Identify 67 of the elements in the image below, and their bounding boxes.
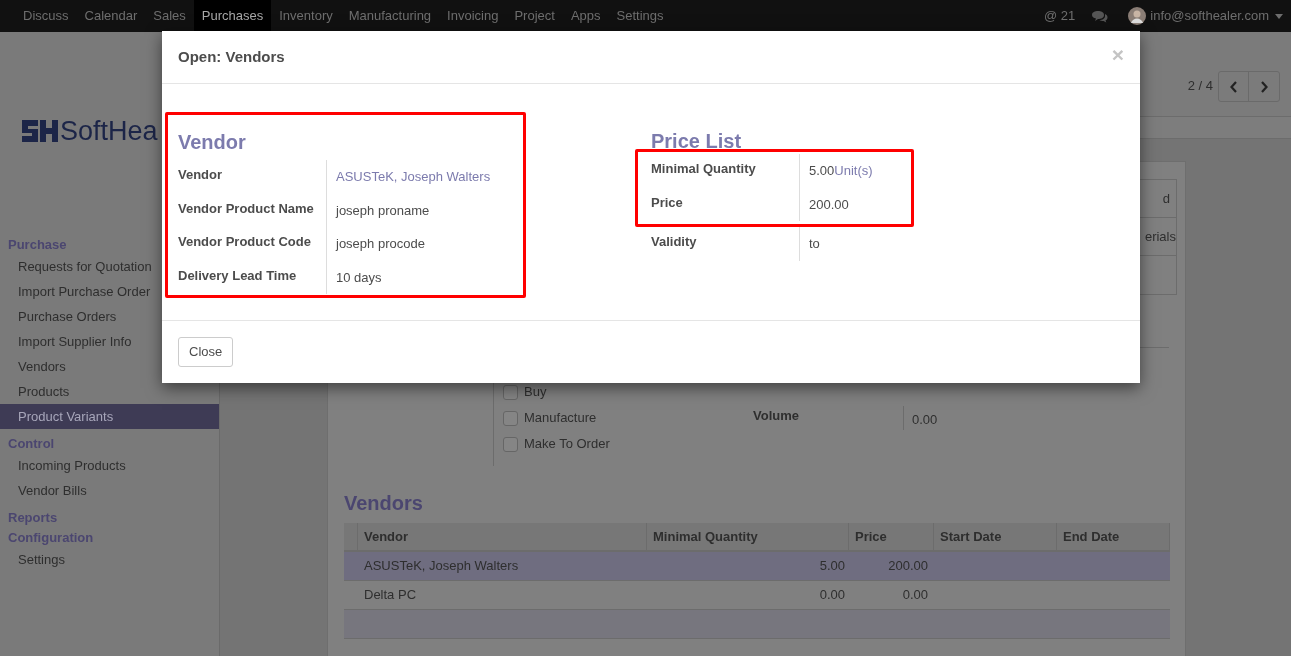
chevron-right-icon [1260,80,1268,93]
company-logo: SoftHea [20,116,162,146]
field-value: to [809,236,820,251]
menu-item[interactable]: Apps [562,0,609,32]
checkbox[interactable] [503,384,518,400]
field-label: Validity [651,234,697,249]
section-title: Vendors [344,492,423,514]
unit-link[interactable]: Unit(s) [834,163,873,178]
field-value: 200.00 [809,196,849,212]
column-header[interactable]: Price [855,526,887,547]
table-cell-text: d [1162,189,1170,208]
table-cell-text: 200.00 [888,557,928,576]
field-value: joseph procode [336,236,425,251]
field-label: Vendor Product Code [178,234,311,249]
sidebar-item[interactable]: Incoming Products [0,453,219,478]
menu-item[interactable]: Settings [608,0,672,32]
field-value: 5.00 [809,163,835,178]
field-label: Price [651,194,683,210]
close-dialog-button[interactable]: Close [178,337,234,367]
checkbox[interactable] [503,410,518,426]
table-cell-text: erials [1144,227,1176,246]
field-value: 10 days [336,269,382,285]
sidebar-item[interactable]: Product Variants [0,404,219,429]
checkbox-label: Buy [524,383,547,402]
sidebar-item[interactable]: Settings [0,547,219,572]
table-cell-text: 0.00 [902,586,928,605]
checkbox[interactable] [503,436,518,452]
field-label: Vendor [178,167,223,182]
chat-icon[interactable] [1091,9,1109,23]
sidebar-item[interactable]: Vendor Bills [0,478,219,503]
menu-item[interactable]: Sales [145,0,194,32]
menu-item[interactable]: Purchases [193,0,272,32]
table-row[interactable]: ASUSTeK, Joseph Walters 5.00 200.00 [344,552,1170,581]
menu-item[interactable]: Discuss [15,0,77,32]
column-header[interactable]: End Date [1063,526,1120,547]
menu-item[interactable]: Calendar [76,0,146,32]
mentions-counter[interactable]: @ 21 [1044,6,1076,26]
sidebar-item[interactable]: Products [0,379,219,404]
table-cell-text: 5.00 [819,557,845,576]
chevron-left-icon [1229,80,1238,93]
dialog-title: Open: Vendors [178,46,285,67]
avatar-icon[interactable] [1128,7,1147,25]
pager-text: 2 / 4 [1187,76,1213,95]
menu-item[interactable]: Inventory [271,0,341,32]
table-cell-text: Delta PC [364,586,417,605]
field-label: Minimal Quantity [651,161,756,176]
field-label: Vendor Product Name [178,200,314,216]
group-title: Price List [651,130,742,152]
field-label: Volume [753,408,799,423]
user-email[interactable]: info@softhealer.com [1150,6,1269,26]
field-label: Delivery Lead Time [178,267,297,283]
menu-item[interactable]: Manufacturing [340,0,440,32]
vendor-link[interactable]: ASUSTeK, Joseph Walters [336,169,491,184]
column-header[interactable]: Start Date [940,526,1002,547]
caret-icon[interactable] [1275,13,1283,19]
column-header[interactable]: Minimal Quantity [653,526,758,547]
column-header[interactable]: Vendor [364,526,409,547]
menu-item[interactable]: Invoicing [439,0,507,32]
field-value: joseph proname [336,202,430,218]
table-cell-text: ASUSTeK, Joseph Walters [364,557,519,576]
checkbox-label: Manufacture [524,409,597,428]
table-cell-text: 0.00 [819,586,845,605]
checkbox-label: Make To Order [524,435,610,454]
logo-mark-icon [20,118,60,144]
field-value: 0.00 [912,410,938,429]
menu-item[interactable]: Project [506,0,563,32]
group-title: Vendor [178,131,246,153]
